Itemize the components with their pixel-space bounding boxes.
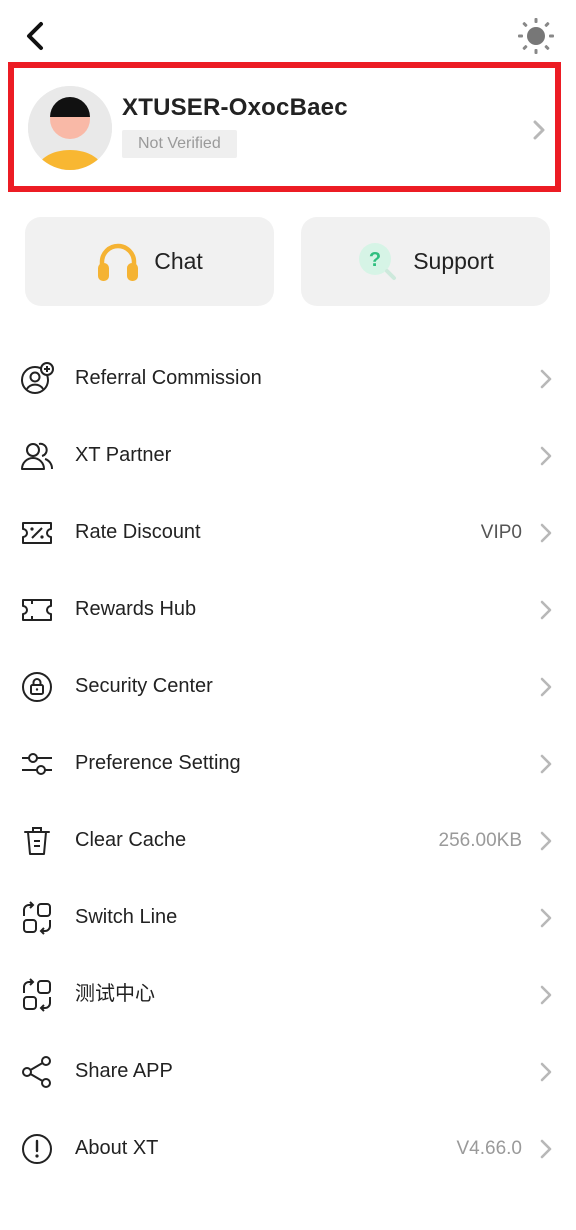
support-label: Support [413, 248, 494, 274]
chevron-right-icon [540, 369, 552, 389]
settings-menu: Referral Commission XT Partner Rate Disc… [0, 340, 576, 1187]
discount-ticket-icon [22, 522, 52, 544]
users-icon [21, 442, 53, 470]
chat-button[interactable]: Chat [25, 217, 274, 306]
menu-item-clear-cache[interactable]: Clear Cache 256.00KB [0, 802, 576, 879]
menu-item-label: Rate Discount [75, 521, 201, 543]
lock-icon [22, 672, 52, 702]
ticket-icon [22, 599, 52, 621]
back-arrow-icon [27, 22, 43, 50]
verification-badge: Not Verified [122, 130, 237, 158]
share-icon [22, 1056, 51, 1088]
menu-item-value: VIP0 [480, 522, 522, 543]
user-add-icon [21, 362, 54, 394]
theme-toggle-button[interactable] [516, 16, 556, 56]
menu-item-label: Security Center [75, 675, 213, 697]
sun-icon [518, 18, 554, 54]
support-button[interactable]: ? Support [301, 217, 550, 306]
avatar [28, 86, 112, 170]
chevron-right-icon [540, 523, 552, 543]
chevron-right-icon [540, 677, 552, 697]
switch-icon [23, 901, 51, 935]
menu-item-security-center[interactable]: Security Center [0, 648, 576, 725]
trash-icon [24, 827, 50, 855]
profile-card[interactable]: XTUSER-OxocBaec Not Verified [8, 62, 561, 192]
menu-item-referral-commission[interactable]: Referral Commission [0, 340, 576, 417]
menu-item-label: Referral Commission [75, 367, 262, 389]
chat-label: Chat [154, 248, 203, 274]
menu-item-xt-partner[interactable]: XT Partner [0, 417, 576, 494]
chevron-right-icon [540, 1062, 552, 1082]
menu-item-label: Preference Setting [75, 752, 241, 774]
help-search-icon: ? [359, 242, 397, 280]
menu-item-label: 测试中心 [75, 983, 155, 1005]
menu-item-label: Rewards Hub [75, 598, 197, 620]
menu-item-value: V4.66.0 [456, 1138, 523, 1159]
menu-item-switch-line[interactable]: Switch Line [0, 879, 576, 956]
chevron-right-icon [540, 831, 552, 851]
menu-item-value: 256.00KB [438, 830, 522, 851]
top-bar [0, 0, 576, 70]
svg-text:?: ? [369, 249, 381, 271]
menu-item-about-xt[interactable]: About XT V4.66.0 [0, 1110, 576, 1187]
switch-icon [23, 978, 51, 1012]
menu-item-label: Share APP [75, 1060, 173, 1082]
avatar-icon [28, 86, 112, 170]
menu-item-share-app[interactable]: Share APP [0, 1033, 576, 1110]
menu-item-preference-setting[interactable]: Preference Setting [0, 725, 576, 802]
menu-item-label: About XT [75, 1137, 159, 1159]
menu-item-label: Switch Line [75, 906, 178, 928]
username: XTUSER-OxocBaec [122, 94, 348, 121]
menu-item-label: XT Partner [75, 444, 172, 466]
chevron-right-icon [540, 446, 552, 466]
menu-item-label: Clear Cache [75, 829, 187, 851]
chevron-right-icon [540, 985, 552, 1005]
menu-item-rewards-hub[interactable]: Rewards Hub [0, 571, 576, 648]
chevron-right-icon [540, 908, 552, 928]
back-button[interactable] [18, 18, 52, 54]
menu-item-rate-discount[interactable]: Rate Discount VIP0 [0, 494, 576, 571]
chevron-right-icon [540, 754, 552, 774]
info-icon [22, 1134, 52, 1164]
chevron-right-icon [540, 600, 552, 620]
chevron-right-icon [540, 1139, 552, 1159]
sliders-icon [22, 753, 52, 775]
headphones-icon [98, 243, 139, 281]
menu-item-test-center[interactable]: 测试中心 [0, 956, 576, 1033]
chevron-right-icon [533, 120, 545, 140]
